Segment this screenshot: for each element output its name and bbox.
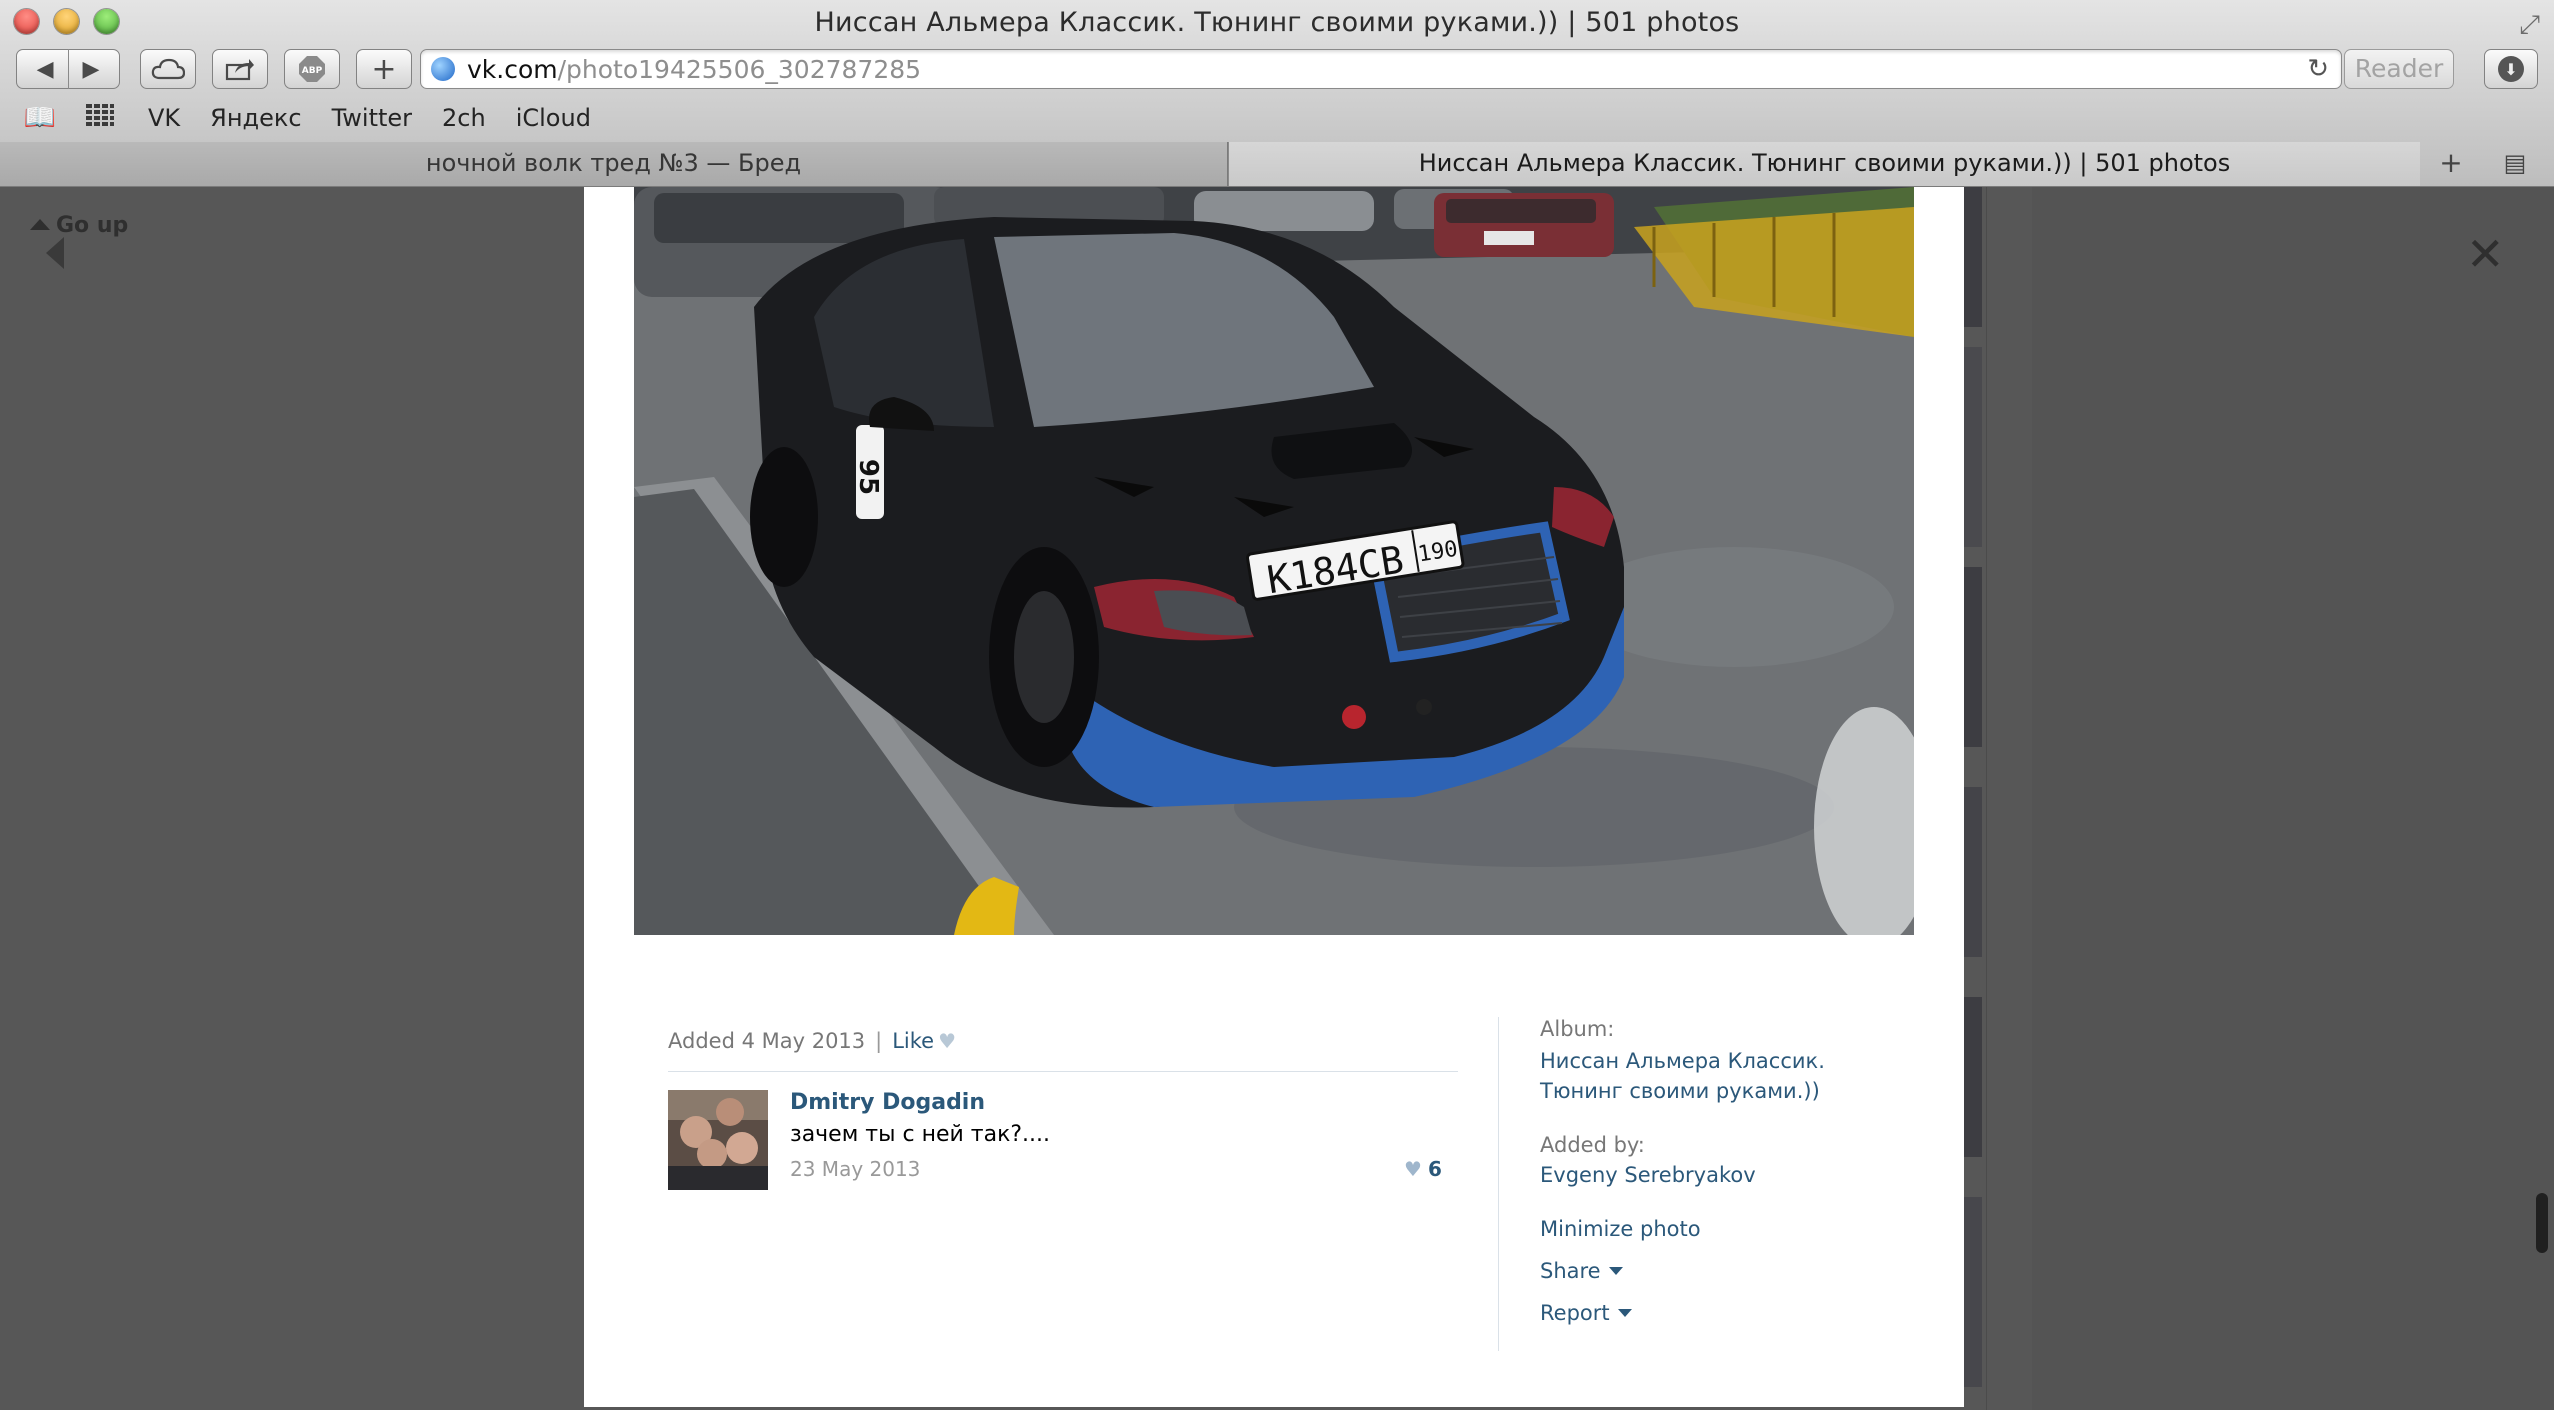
album-label: Album: <box>1540 1017 1615 1041</box>
icloud-tabs-button[interactable] <box>140 49 196 89</box>
share-menu[interactable]: Share <box>1540 1259 1623 1283</box>
album-link-line2[interactable]: Тюнинг своими руками.)) <box>1540 1079 1820 1103</box>
race-number: 95 <box>853 459 883 495</box>
added-by-link[interactable]: Evgeny Serebryakov <box>1540 1163 1756 1187</box>
comment-author-link[interactable]: Dmitry Dogadin <box>790 1090 985 1115</box>
added-by-label: Added by: <box>1540 1133 1645 1157</box>
bookmark-twitter[interactable]: Twitter <box>332 104 412 132</box>
new-tab-icon[interactable]: + <box>2426 146 2476 182</box>
report-menu[interactable]: Report <box>1540 1301 1632 1325</box>
like-link[interactable]: Like <box>892 1029 934 1053</box>
reading-list-icon[interactable]: 📖 <box>22 103 58 133</box>
share-button[interactable] <box>212 49 268 89</box>
fullscreen-icon[interactable]: ⤢ <box>2519 10 2540 41</box>
add-bookmark-button[interactable]: + <box>356 49 412 89</box>
photo-meta: Added 4 May 2013 | Like ♥ <box>668 1029 957 1053</box>
minimize-photo-link[interactable]: Minimize photo <box>1540 1217 1701 1241</box>
forward-icon[interactable]: ▶ <box>83 57 100 82</box>
adblock-icon: ABP <box>299 56 325 82</box>
avatar-image <box>668 1090 768 1190</box>
adblock-button[interactable]: ABP <box>284 49 340 89</box>
comment-like-button[interactable]: ♥ 6 <box>1400 1157 1442 1181</box>
close-viewer-icon[interactable]: ✕ <box>2466 227 2505 281</box>
chevron-down-icon <box>1617 1309 1632 1317</box>
svg-text:ABP: ABP <box>302 66 323 76</box>
photo-panel: К184СВ 190 95 Added 4 May 2013 | Like ♥ Dmi… <box>584 187 1964 1407</box>
arrow-up-icon <box>30 219 50 230</box>
downloads-button[interactable]: ⬇ <box>2484 49 2538 89</box>
photo-viewer-overlay: Go up ✕ К184СВ 190 95 Added 4 May 2013 |… <box>0 187 2554 1410</box>
heart-icon: ♥ <box>1404 1157 1422 1181</box>
download-icon: ⬇ <box>2498 56 2524 82</box>
car-photo-illustration: К184СВ 190 95 <box>634 187 1914 935</box>
background-page <box>2032 187 2554 1410</box>
title-bar: Ниссан Альмера Классик. Тюнинг своими ру… <box>0 0 2554 46</box>
url-text[interactable]: vk.com/photo19425506_302787285 <box>467 55 921 84</box>
window-title: Ниссан Альмера Классик. Тюнинг своими ру… <box>814 7 1740 38</box>
avatar[interactable] <box>668 1090 768 1190</box>
globe-icon <box>431 57 455 81</box>
plus-icon: + <box>371 51 397 87</box>
reload-icon[interactable]: ↻ <box>2307 54 2329 84</box>
tab-night-wolf[interactable]: ночной волк тред №3 — Бред <box>0 142 1228 186</box>
share-icon <box>225 59 254 81</box>
previous-photo-icon[interactable] <box>46 237 64 269</box>
bookmarks-bar: 📖 VK Яндекс Twitter 2ch iCloud <box>0 98 2554 138</box>
bookmark-yandex[interactable]: Яндекс <box>210 104 301 132</box>
address-bar[interactable]: vk.com/photo19425506_302787285 ↻ <box>420 49 2342 89</box>
bookmark-vk[interactable]: VK <box>148 104 180 132</box>
cloud-icon <box>151 58 185 80</box>
heart-icon[interactable]: ♥ <box>938 1029 956 1053</box>
browser-chrome: Ниссан Альмера Классик. Тюнинг своими ру… <box>0 0 2554 187</box>
reader-button[interactable]: Reader <box>2344 49 2454 89</box>
go-up-link[interactable]: Go up <box>30 213 128 238</box>
tab-list-icon[interactable]: ▤ <box>2490 146 2540 182</box>
photo[interactable]: К184СВ 190 95 <box>634 187 1914 935</box>
bookmark-2ch[interactable]: 2ch <box>442 104 486 132</box>
top-sites-icon[interactable] <box>82 103 118 133</box>
bookmark-icloud[interactable]: iCloud <box>516 104 591 132</box>
divider <box>668 1071 1458 1072</box>
toolbar: ◀ ▶ ABP + vk.com/photo19425506_302787285… <box>0 46 2554 94</box>
album-link-line1[interactable]: Ниссан Альмера Классик. <box>1540 1049 1825 1073</box>
chevron-down-icon <box>1608 1267 1623 1275</box>
back-icon[interactable]: ◀ <box>37 57 54 82</box>
comment-text: зачем ты с ней так?.... <box>790 1122 1051 1147</box>
comment-date[interactable]: 23 May 2013 <box>790 1157 920 1181</box>
sidebar-divider <box>1498 1017 1499 1351</box>
added-date: Added 4 May 2013 <box>668 1029 866 1053</box>
tab-bar: ночной волк тред №3 — Бред Ниссан Альмер… <box>0 142 2554 186</box>
back-forward-group: ◀ ▶ <box>16 49 120 89</box>
comment-like-count: 6 <box>1427 1157 1442 1181</box>
scrollbar-thumb[interactable] <box>2536 1193 2548 1253</box>
tab-nissan-album[interactable]: Ниссан Альмера Классик. Тюнинг своими ру… <box>1228 142 2420 186</box>
